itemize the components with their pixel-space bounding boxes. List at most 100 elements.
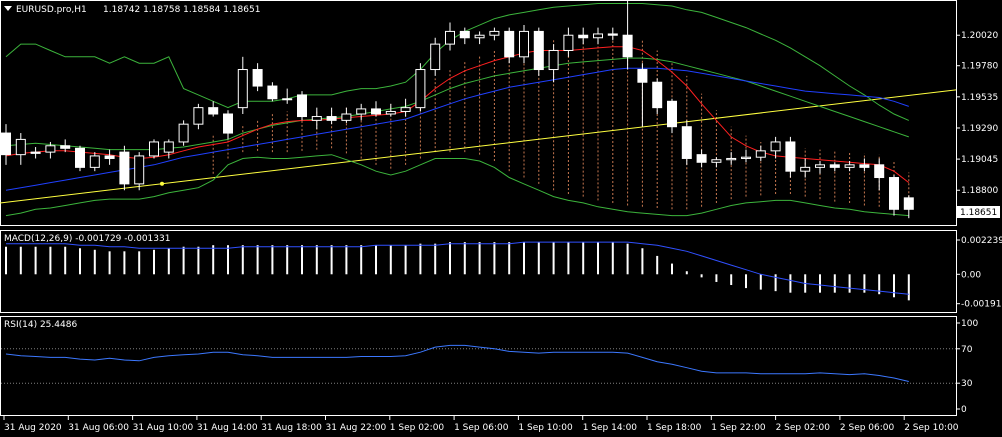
time-tick-label: 31 Aug 22:00 [326, 423, 387, 433]
candle[interactable] [371, 108, 381, 115]
candle[interactable] [415, 69, 426, 109]
rsi-tick-label: 0 [961, 405, 967, 415]
candle[interactable] [548, 49, 559, 71]
candle[interactable] [430, 43, 441, 71]
candle[interactable] [800, 166, 811, 172]
candle[interactable] [489, 30, 500, 36]
price-tick-label: 1.19535 [961, 93, 998, 103]
candle[interactable] [75, 147, 85, 168]
trendline-anchor[interactable] [160, 181, 164, 186]
candle[interactable] [237, 69, 248, 109]
trading-chart[interactable]: 1.20020 1.19780 1.19535 1.19290 1.19045 1.188… [0, 0, 1002, 437]
time-tick-label: 1 Sep 14:00 [583, 423, 638, 433]
candle[interactable] [785, 141, 796, 172]
candle[interactable] [119, 151, 130, 185]
candle[interactable] [15, 138, 26, 156]
candle[interactable] [30, 151, 41, 154]
time-tick-label: 2 Sep 10:00 [904, 423, 959, 433]
symbol-label: EURUSD.pro,H1 [16, 5, 87, 15]
candle[interactable] [652, 81, 663, 109]
candle[interactable] [533, 30, 544, 71]
time-tick-label: 2 Sep 02:00 [776, 423, 831, 433]
candle[interactable] [474, 34, 485, 39]
candle[interactable] [815, 164, 825, 168]
time-tick-label: 1 Sep 02:00 [390, 423, 445, 433]
candle[interactable] [134, 155, 145, 185]
candle[interactable] [903, 197, 914, 210]
candle[interactable] [208, 107, 219, 115]
rsi-panel [0, 316, 957, 416]
candle[interactable] [89, 155, 100, 168]
candle[interactable] [889, 177, 899, 210]
candle[interactable] [297, 94, 307, 118]
price-series-group [0, 0, 957, 219]
candle[interactable] [445, 30, 455, 45]
candle[interactable] [622, 34, 633, 58]
candle[interactable] [282, 98, 293, 101]
price-tick-label: 1.18800 [961, 186, 998, 196]
candle[interactable] [519, 30, 529, 58]
candle[interactable] [459, 30, 470, 39]
candle[interactable] [193, 107, 204, 125]
current-price-label: 1.18651 [960, 208, 997, 218]
candle[interactable] [1, 132, 11, 156]
candle[interactable] [637, 69, 648, 83]
candle[interactable] [400, 107, 411, 112]
ohlc-label: 1.18742 1.18758 1.18584 1.18651 [103, 5, 260, 15]
macd-label: MACD(12,26,9) -0.001729 -0.001331 [4, 234, 170, 244]
time-tick-label: 31 Aug 10:00 [133, 423, 194, 433]
price-tick-label: 1.19045 [961, 155, 998, 165]
trendline[interactable] [0, 89, 957, 204]
time-tick-label: 31 Aug 18:00 [261, 423, 322, 433]
candle[interactable] [504, 30, 515, 58]
candle[interactable] [385, 110, 396, 115]
time-tick-label: 31 Aug 06:00 [68, 423, 129, 433]
candle[interactable] [829, 164, 840, 168]
axis-labels-group: 1.20020 1.19780 1.19535 1.19290 1.19045 1.188… [3, 31, 1002, 433]
candle[interactable] [563, 34, 574, 51]
time-tick-label: 31 Aug 14:00 [197, 423, 258, 433]
candle[interactable] [681, 126, 692, 159]
time-tick-label: 1 Sep 18:00 [647, 423, 702, 433]
candle[interactable] [178, 123, 189, 143]
rsi-tick-label: 100 [961, 319, 978, 329]
candle[interactable] [726, 157, 737, 161]
dropdown-triangle-icon[interactable] [4, 6, 12, 11]
rsi-tick-label: 30 [961, 379, 973, 389]
candle[interactable] [311, 116, 322, 121]
candle[interactable] [755, 150, 766, 158]
price-tick-label: 1.19780 [961, 62, 998, 72]
candle[interactable] [578, 34, 589, 39]
candle[interactable] [696, 154, 707, 163]
price-panel [0, 0, 957, 226]
macd-tick-label: 0.00 [961, 270, 981, 280]
candle[interactable] [711, 159, 722, 163]
candle[interactable] [341, 113, 352, 121]
rsi-tick-label: 70 [961, 345, 973, 355]
chart-canvas[interactable]: 1.20020 1.19780 1.19535 1.19290 1.19045 1.188… [0, 0, 1002, 437]
macd-tick-label: 0.002239 [961, 236, 1002, 246]
time-tick-label: 31 Aug 2020 [4, 423, 62, 433]
time-tick-label: 1 Sep 10:00 [518, 423, 573, 433]
price-tick-label: 1.19290 [961, 124, 998, 134]
candle[interactable] [60, 145, 71, 149]
candle[interactable] [163, 141, 174, 153]
candle[interactable] [252, 69, 263, 87]
candle[interactable] [326, 116, 337, 121]
candle[interactable] [741, 156, 751, 159]
candle[interactable] [667, 100, 677, 128]
candle[interactable] [607, 33, 618, 36]
candle[interactable] [45, 145, 56, 153]
candle[interactable] [770, 141, 781, 152]
candle[interactable] [859, 164, 870, 168]
candle[interactable] [593, 33, 603, 39]
candle[interactable] [844, 164, 855, 168]
candle[interactable] [223, 113, 233, 134]
time-tick-label: 1 Sep 06:00 [454, 423, 509, 433]
bollinger-middle-line [5, 57, 909, 151]
candle[interactable] [356, 108, 367, 115]
candle[interactable] [874, 164, 885, 179]
candle[interactable] [104, 155, 115, 159]
candle[interactable] [149, 141, 159, 157]
candle[interactable] [267, 85, 278, 100]
